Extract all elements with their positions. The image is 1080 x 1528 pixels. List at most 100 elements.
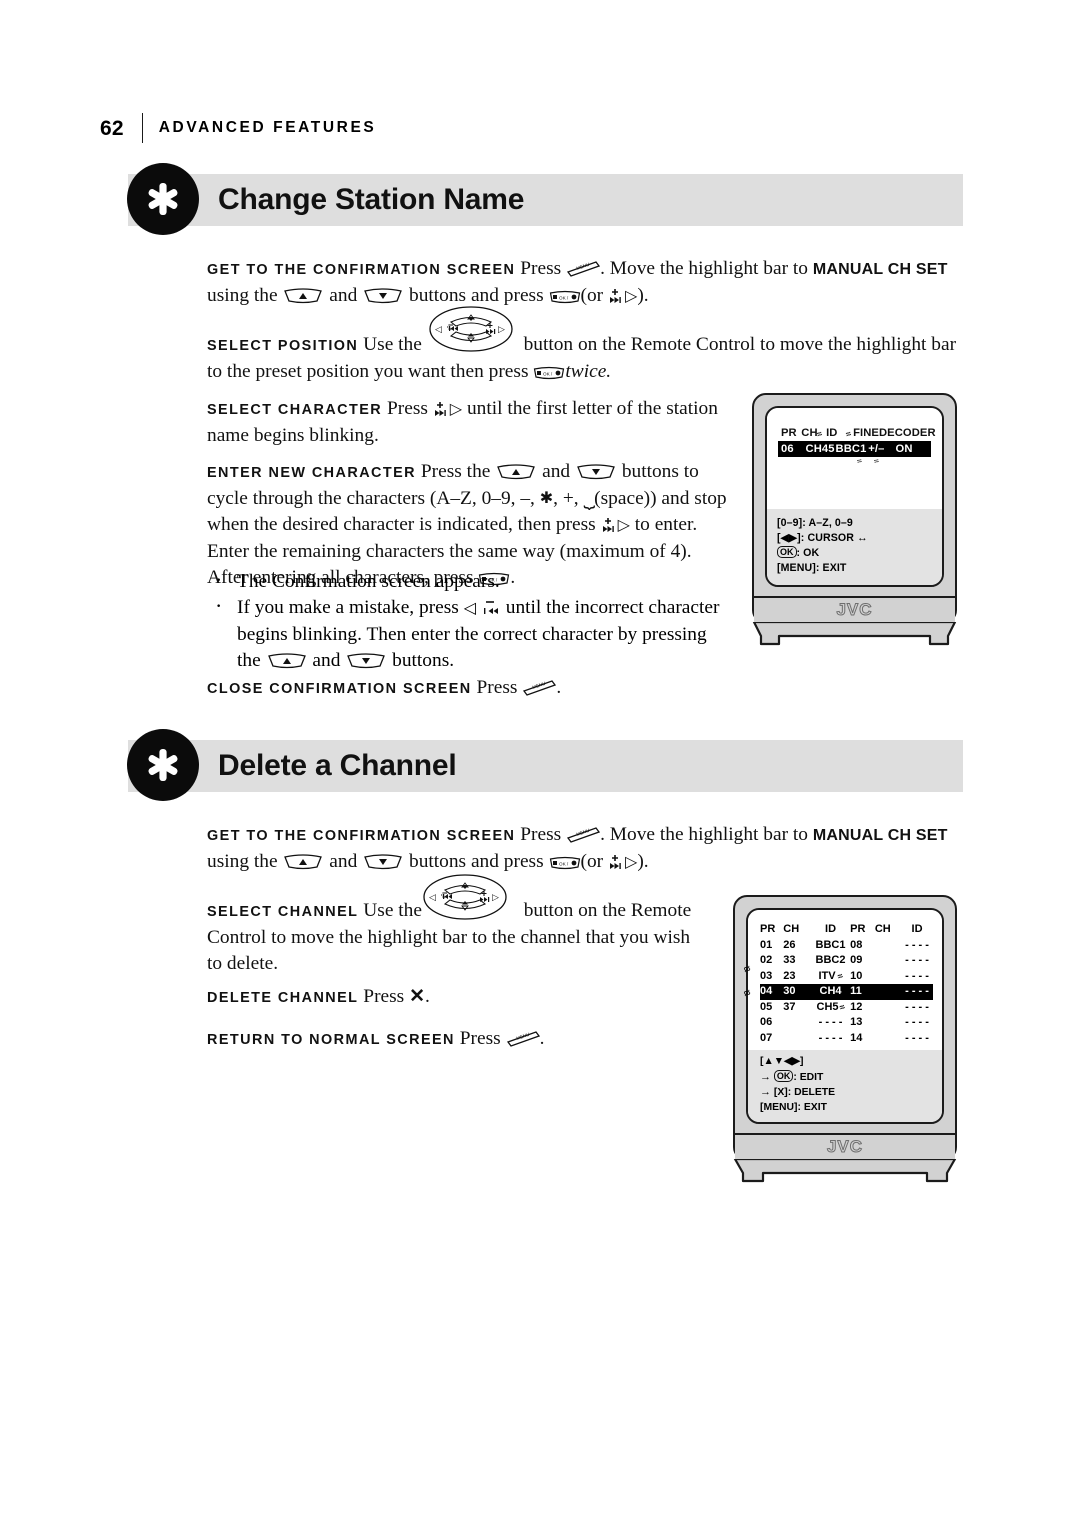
help-line: [MENU]: EXIT [760,1101,827,1113]
step-text-6: (or [580,285,604,306]
help-line: [▲▼◀▶] [760,1056,804,1067]
cell-pr: 06 [781,443,794,455]
blink-mark-icon: ≈ [855,455,864,467]
channel-up-button-icon [282,852,324,870]
blink-mark-icon: ≈ [835,969,844,982]
table-row[interactable]: 02 33 BBC2 09 - - - - [760,953,933,969]
help-line: [MENU]: EXIT [777,562,847,574]
osd-table: PR CH ≈ ID ≈ FINE DECODER 06 CH45 BBC1 +… [767,408,942,471]
forward-plus-button-icon [601,516,618,533]
notes-list: The Confirmation screen appears. If you … [207,567,732,674]
col-header-fine: FINE [853,427,879,439]
table-row[interactable]: 03 23 ITV≈ 10 - - - - [760,969,933,985]
cell-pr: 07 [760,1031,773,1044]
step-text: Use the [363,334,422,355]
header-divider [141,113,143,143]
arrow-right-icon: → [760,1086,771,1098]
step-text-6: (or [580,851,604,872]
tv-illustration-station-name: PR CH ≈ ID ≈ FINE DECODER 06 CH45 BBC1 +… [752,393,957,654]
step-text: Press [386,398,428,419]
col-header-id: ID [825,923,837,935]
left-triangle-icon: ◁ [463,600,477,617]
svg-text:OK /: OK / [559,295,569,300]
cell-ch: 37 [783,1000,796,1013]
cell-id-2: - - - - [905,1031,929,1044]
help-line: → [X]: DELETE [760,1086,836,1098]
cell-pr-2: 14 [850,1031,863,1044]
step-return-to-normal-screen: RETURN TO NORMAL SCREEN Press MENU . [207,1026,707,1053]
osd-help-panel: [▲▼◀▶] → OK: EDIT → [X]: DELETE [MENU]: … [748,1050,942,1122]
tv-screen: PR CH ≈ ID ≈ FINE DECODER 06 CH45 BBC1 +… [765,406,944,587]
col-header-id-2: ID [911,923,923,935]
col-header-id: ≈ ID ≈ [815,427,853,440]
menu-button-icon: MENU [506,1029,540,1047]
right-triangle-icon: ▷ [449,401,463,418]
tv-feet [733,1159,957,1191]
table-row[interactable]: 06 - - - - 13 - - - - [760,1015,933,1031]
col-header-decoder: DECODER [879,427,936,439]
step-text: Use the [363,900,422,921]
col-header-pr: PR [781,427,797,439]
ok-button-icon: OK / [549,286,581,304]
cell-pr-2: 09 [850,954,863,966]
tv-body: PR CH ID PR CH ID 01 26 BBC1 08 - - - - … [733,895,957,1161]
right-triangle-icon: ▷ [625,854,638,871]
step-text: Press [363,986,405,1007]
channel-up-button-icon [282,286,324,304]
cell-pr: 01 [760,938,773,951]
cell-fine: +/– [868,443,885,455]
help-line: → OK: EDIT [760,1069,824,1083]
bullet-text: If you make a mistake, press [237,597,459,618]
step-get-to-confirmation-screen-1: GET TO THE CONFIRMATION SCREEN Press MEN… [207,256,962,310]
step-select-character: SELECT CHARACTER Press ▷ until the first… [207,396,727,449]
step-select-position: SELECT POSITION Use the button on the Re… [207,332,962,385]
step-text: Press [476,677,518,698]
cell-id: BBC1 [835,443,867,455]
channel-down-button-icon [345,651,387,669]
table-row[interactable]: 07 - - - - 14 - - - - [760,1031,933,1047]
step-text-4: , +, [553,488,579,509]
table-row[interactable]: 06 CH45 BBC1 +/– ON [778,441,931,457]
cell-id: BBC1 [815,938,846,951]
cell-ch-2 [875,1015,901,1031]
forward-plus-button-icon [608,853,625,870]
bullet-text-3: and [312,650,341,671]
step-label: DELETE CHANNEL [207,990,359,1006]
step-text: Press the [420,461,491,482]
step-text-2: . [425,986,430,1007]
table-header-row: PR CH ID PR CH ID [760,922,933,938]
step-close-confirmation-screen: CLOSE CONFIRMATION SCREEN Press MENU . [207,675,732,702]
table-row[interactable]: 04 30 CH4 11 - - - - [760,984,933,1000]
step-select-channel: SELECT CHANNEL Use the button on the Rem… [207,898,707,977]
bullet-text: The Confirmation screen appears. [237,571,500,592]
cell-pr-2: 10 [850,969,863,982]
step-text-2: . [556,677,562,698]
cell-id-2: - - - - [905,985,929,997]
x-cancel-icon: ✕ [409,986,426,1007]
step-label: GET TO THE CONFIRMATION SCREEN [207,828,516,844]
step-text-3: twice. [565,361,612,382]
step-label: CLOSE CONFIRMATION SCREEN [207,681,472,697]
step-text-4: and [329,851,358,872]
cell-pr-2: 12 [850,1000,863,1013]
tv-feet [752,622,957,654]
col-header-ch: CH [783,923,800,935]
menu-button-icon: MENU [522,678,557,696]
step-text: Press [520,824,562,845]
cell-id: - - - - [818,1031,843,1044]
channel-up-button-icon [266,651,308,669]
tv-screen: PR CH ID PR CH ID 01 26 BBC1 08 - - - - … [746,908,944,1124]
emphasis-manual-ch-set: MANUAL CH SET [812,261,948,278]
cell-pr-2: 11 [850,985,862,997]
ok-button-icon: OK / [533,362,565,380]
tv-brand-strip: JVC [754,596,955,622]
table-row[interactable]: 05 37 CH5≈ 12 - - - - [760,1000,933,1016]
cell-ch: 33 [783,954,796,966]
table-row[interactable]: 01 26 BBC1 08 - - - - [760,938,933,954]
cell-ch: 30 [783,985,796,997]
cell-ch: CH45 [805,443,835,455]
page-number: 62 [100,116,124,140]
section-banner-change-station-name: Change Station Name [127,163,963,235]
cell-pr: 05 [760,1000,773,1013]
asterisk-star-icon [127,729,199,801]
